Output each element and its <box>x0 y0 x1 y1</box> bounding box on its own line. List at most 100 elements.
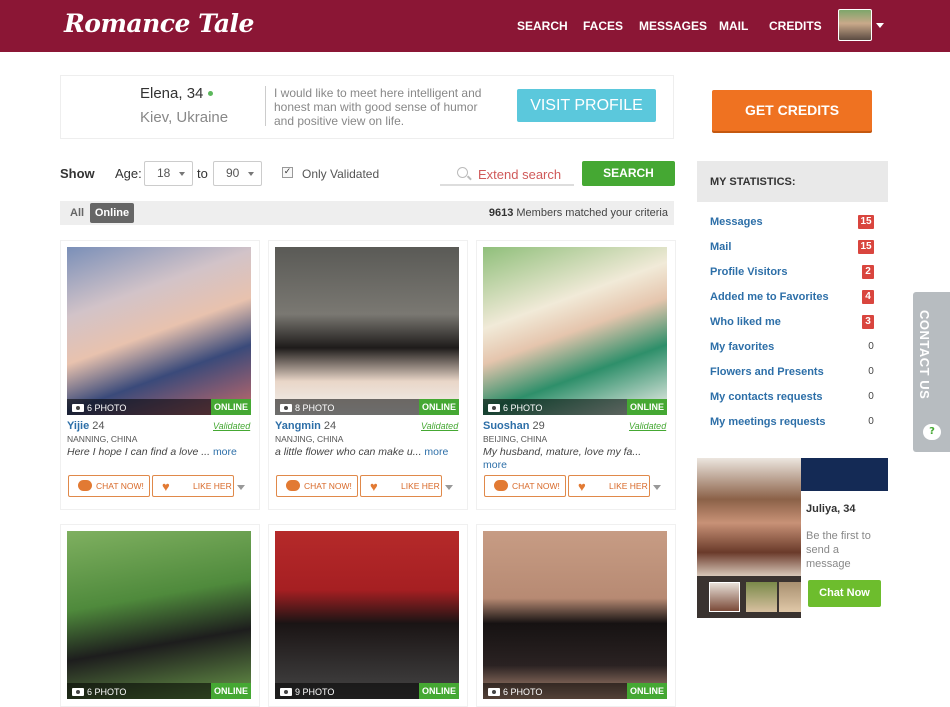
promo-profile-photo[interactable] <box>697 458 801 576</box>
chevron-down-icon[interactable] <box>445 485 453 490</box>
to-label: to <box>197 166 208 181</box>
photo-count: 6 PHOTO <box>503 687 543 697</box>
online-badge: ONLINE <box>211 399 251 415</box>
promo-thumbnail[interactable] <box>709 582 740 612</box>
chevron-down-icon[interactable] <box>653 485 661 490</box>
promo-header-strip <box>801 458 888 491</box>
age-to-select[interactable]: 90 <box>213 161 262 186</box>
chevron-down-icon[interactable] <box>237 485 245 490</box>
tab-online[interactable]: Online <box>90 203 134 223</box>
stat-my-favorites[interactable]: My favorites <box>710 341 774 353</box>
only-validated-checkbox[interactable]: ✓ <box>282 167 293 178</box>
heart-icon: ♥ <box>162 479 170 494</box>
stat-added-to-favorites[interactable]: Added me to Favorites <box>710 291 829 303</box>
profile-photo[interactable]: 6 PHOTO ONLINE <box>67 247 251 415</box>
profile-photo[interactable]: 6 PHOTO ONLINE <box>67 531 251 699</box>
camera-icon <box>488 404 500 412</box>
promo-message: Be the first to send a message <box>806 530 871 570</box>
profile-age: 24 <box>92 420 105 432</box>
camera-icon <box>488 688 500 696</box>
profile-photo[interactable]: 9 PHOTO ONLINE <box>275 531 459 699</box>
nav-messages[interactable]: MESSAGES <box>639 19 707 33</box>
contact-us-label[interactable]: CONTACT US <box>917 310 932 399</box>
chevron-down-icon[interactable] <box>876 23 884 28</box>
profile-city: NANJING, CHINA <box>275 434 344 444</box>
description-text: Here I hope I can find a love ... <box>67 446 211 458</box>
nav-credits[interactable]: CREDITS <box>769 19 822 33</box>
site-logo[interactable]: Romance Tale <box>64 9 254 38</box>
promo-thumbnail[interactable] <box>779 582 801 612</box>
chat-now-button[interactable]: CHAT NOW! <box>276 475 358 497</box>
profile-photo[interactable]: 6 PHOTO ONLINE <box>483 531 667 699</box>
stat-count: 0 <box>868 341 874 352</box>
age-label: Age: <box>115 166 142 181</box>
age-from-select[interactable]: 18 <box>144 161 193 186</box>
profile-name-link[interactable]: Yangmin <box>275 420 321 432</box>
stat-meetings-requests[interactable]: My meetings requests <box>710 416 826 428</box>
stat-count: 0 <box>868 391 874 402</box>
stat-count: 0 <box>868 366 874 377</box>
chat-now-button[interactable]: CHAT NOW! <box>68 475 150 497</box>
online-badge: ONLINE <box>211 683 251 699</box>
like-her-button[interactable]: ♥ LIKE HER <box>360 475 442 497</box>
validated-badge: Validated <box>213 421 251 431</box>
age-from-value: 18 <box>157 166 171 180</box>
validated-badge: Validated <box>421 421 459 431</box>
nav-mail[interactable]: MAIL <box>719 19 748 33</box>
chat-icon <box>494 480 508 491</box>
profile-description: Here I hope I can find a love ... more <box>67 446 251 459</box>
validated-badge: Validated <box>629 421 667 431</box>
photo-count: 8 PHOTO <box>295 403 335 413</box>
user-avatar[interactable] <box>838 9 872 41</box>
chat-icon <box>286 480 300 491</box>
results-count: 9613 Members matched your criteria <box>420 207 668 219</box>
featured-name: Elena, 34 <box>140 85 204 102</box>
nav-search[interactable]: SEARCH <box>517 19 568 33</box>
nav-faces[interactable]: FACES <box>583 19 623 33</box>
stat-flowers-presents[interactable]: Flowers and Presents <box>710 366 824 378</box>
visit-profile-button[interactable]: VISIT PROFILE <box>517 89 656 122</box>
chat-now-button[interactable]: CHAT NOW! <box>484 475 566 497</box>
stat-contacts-requests[interactable]: My contacts requests <box>710 391 822 403</box>
stat-count-badge: 4 <box>862 290 874 304</box>
get-credits-button[interactable]: GET CREDITS <box>712 90 872 131</box>
online-badge: ONLINE <box>419 399 459 415</box>
featured-message: I would like to meet here intelligent an… <box>274 86 482 128</box>
chat-bubble-icon[interactable]: ? <box>923 424 941 440</box>
profile-city: NANNING, CHINA <box>67 434 138 444</box>
profile-name-age: Suoshan 29 <box>483 420 545 432</box>
extend-search-label[interactable]: Extend search <box>478 167 561 182</box>
profile-photo[interactable]: 8 PHOTO ONLINE <box>275 247 459 415</box>
like-her-button[interactable]: ♥ LIKE HER <box>152 475 234 497</box>
tab-all[interactable]: All <box>70 207 84 219</box>
stat-who-liked-me[interactable]: Who liked me <box>710 316 781 328</box>
profile-description: My husband, mature, love my fa... more <box>483 446 663 472</box>
profile-name-link[interactable]: Suoshan <box>483 420 529 432</box>
photo-count: 9 PHOTO <box>295 687 335 697</box>
profile-age: 24 <box>323 420 337 432</box>
more-link[interactable]: more <box>483 459 507 471</box>
more-link[interactable]: more <box>213 446 237 458</box>
photo-count: 6 PHOTO <box>503 403 543 413</box>
camera-icon <box>72 404 84 412</box>
profile-photo[interactable]: 6 PHOTO ONLINE <box>483 247 667 415</box>
stat-count-badge: 15 <box>858 215 874 229</box>
description-text: My husband, mature, love my fa... <box>483 446 642 458</box>
camera-icon <box>280 404 292 412</box>
profile-description: a little flower who can make u... more <box>275 446 459 459</box>
search-button[interactable]: SEARCH <box>582 161 675 186</box>
chevron-down-icon <box>179 172 185 176</box>
online-badge: ONLINE <box>627 399 667 415</box>
stat-mail[interactable]: Mail <box>710 241 731 253</box>
profile-name-link[interactable]: Yijie <box>67 420 89 432</box>
stat-profile-visitors[interactable]: Profile Visitors <box>710 266 787 278</box>
matched-count: 9613 <box>488 207 514 219</box>
show-label: Show <box>60 166 95 181</box>
like-her-button[interactable]: ♥ LIKE HER <box>568 475 650 497</box>
more-link[interactable]: more <box>424 446 448 458</box>
promo-thumbnail[interactable] <box>746 582 777 612</box>
chat-now-button[interactable]: Chat Now <box>808 580 881 607</box>
stat-messages[interactable]: Messages <box>710 216 763 228</box>
promo-name[interactable]: Juliya, 34 <box>806 503 856 515</box>
heart-icon: ♥ <box>578 479 586 494</box>
